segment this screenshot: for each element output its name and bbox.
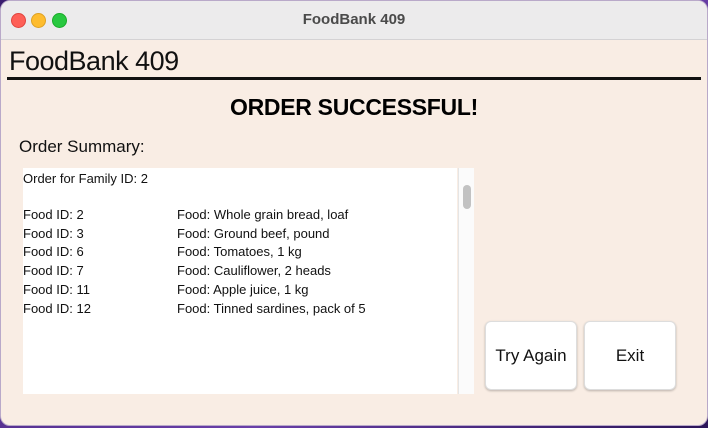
food-name: Food: Tinned sardines, pack of 5	[177, 301, 366, 316]
scrollbar-thumb[interactable]	[463, 185, 471, 209]
food-id: Food ID: 11	[23, 282, 90, 297]
order-header-line: Order for Family ID: 2	[23, 171, 148, 186]
order-item-row: Food ID: 6 Food: Tomatoes, 1 kg	[23, 243, 302, 261]
order-item-row: Food ID: 11 Food: Apple juice, 1 kg	[23, 281, 309, 299]
food-id: Food ID: 6	[23, 244, 84, 259]
food-id: Food ID: 7	[23, 263, 84, 278]
food-name: Food: Whole grain bread, loaf	[177, 207, 349, 222]
food-name: Food: Cauliflower, 2 heads	[177, 263, 331, 278]
app-title: FoodBank 409	[9, 46, 179, 76]
window-title: FoodBank 409	[302, 11, 406, 28]
exit-button[interactable]: Exit	[584, 321, 676, 390]
order-summary-textarea[interactable]: Order for Family ID: 2 Food ID: 2 Food: …	[23, 168, 457, 394]
order-item-row: Food ID: 3 Food: Ground beef, pound	[23, 225, 330, 243]
success-heading: ORDER SUCCESSFUL!	[230, 94, 478, 120]
food-name: Food: Apple juice, 1 kg	[177, 282, 309, 297]
order-item-row: Food ID: 2 Food: Whole grain bread, loaf	[23, 206, 348, 224]
app-window: FoodBank 409 FoodBank 409 ORDER SUCCESSF…	[0, 0, 708, 426]
try-again-button[interactable]: Try Again	[485, 321, 577, 390]
food-name: Food: Ground beef, pound	[177, 226, 330, 241]
vertical-scrollbar[interactable]	[458, 168, 474, 394]
title-divider	[7, 77, 701, 80]
food-id: Food ID: 3	[23, 226, 84, 241]
order-item-row: Food ID: 12 Food: Tinned sardines, pack …	[23, 300, 366, 318]
food-name: Food: Tomatoes, 1 kg	[177, 244, 302, 259]
title-bar: FoodBank 409	[1, 1, 707, 40]
order-summary-label: Order Summary:	[19, 137, 145, 156]
food-id: Food ID: 2	[23, 207, 84, 222]
order-item-row: Food ID: 7 Food: Cauliflower, 2 heads	[23, 262, 331, 280]
food-id: Food ID: 12	[23, 301, 91, 316]
